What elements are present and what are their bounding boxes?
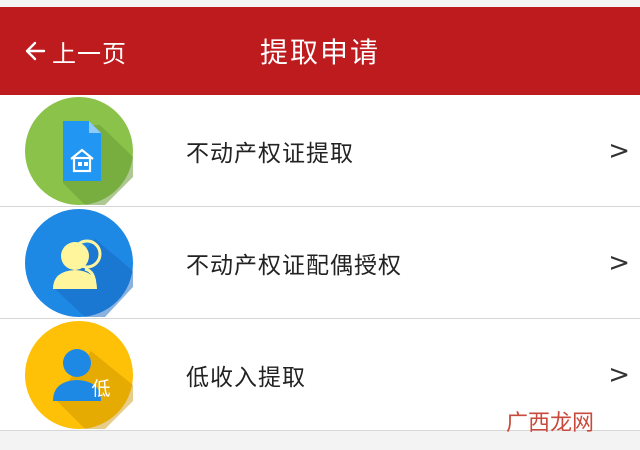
status-strip <box>0 0 640 7</box>
people-icon <box>25 209 133 317</box>
list-item-spouse-authorization[interactable]: 不动产权证配偶授权 > <box>0 207 640 319</box>
chevron-right-icon: > <box>608 247 630 278</box>
house-document-icon <box>25 97 133 205</box>
chevron-right-icon: > <box>608 135 630 166</box>
list-item-label: 低收入提取 <box>186 364 306 391</box>
app-header: 上一页 提取申请 <box>0 7 640 95</box>
list-item-label: 不动产权证提取 <box>186 140 354 167</box>
svg-text:低: 低 <box>91 378 110 400</box>
list-item-property-withdrawal[interactable]: 不动产权证提取 > <box>0 95 640 207</box>
list-item-label: 不动产权证配偶授权 <box>186 252 402 279</box>
page-title: 提取申请 <box>259 36 380 69</box>
application-list: 不动产权证提取 > 不动产权证配偶授权 > 低 低收入提取 > <box>0 95 640 431</box>
person-low-income-icon: 低 <box>25 321 133 429</box>
chevron-right-icon: > <box>608 359 630 390</box>
watermark: 广西龙网 <box>506 411 595 436</box>
